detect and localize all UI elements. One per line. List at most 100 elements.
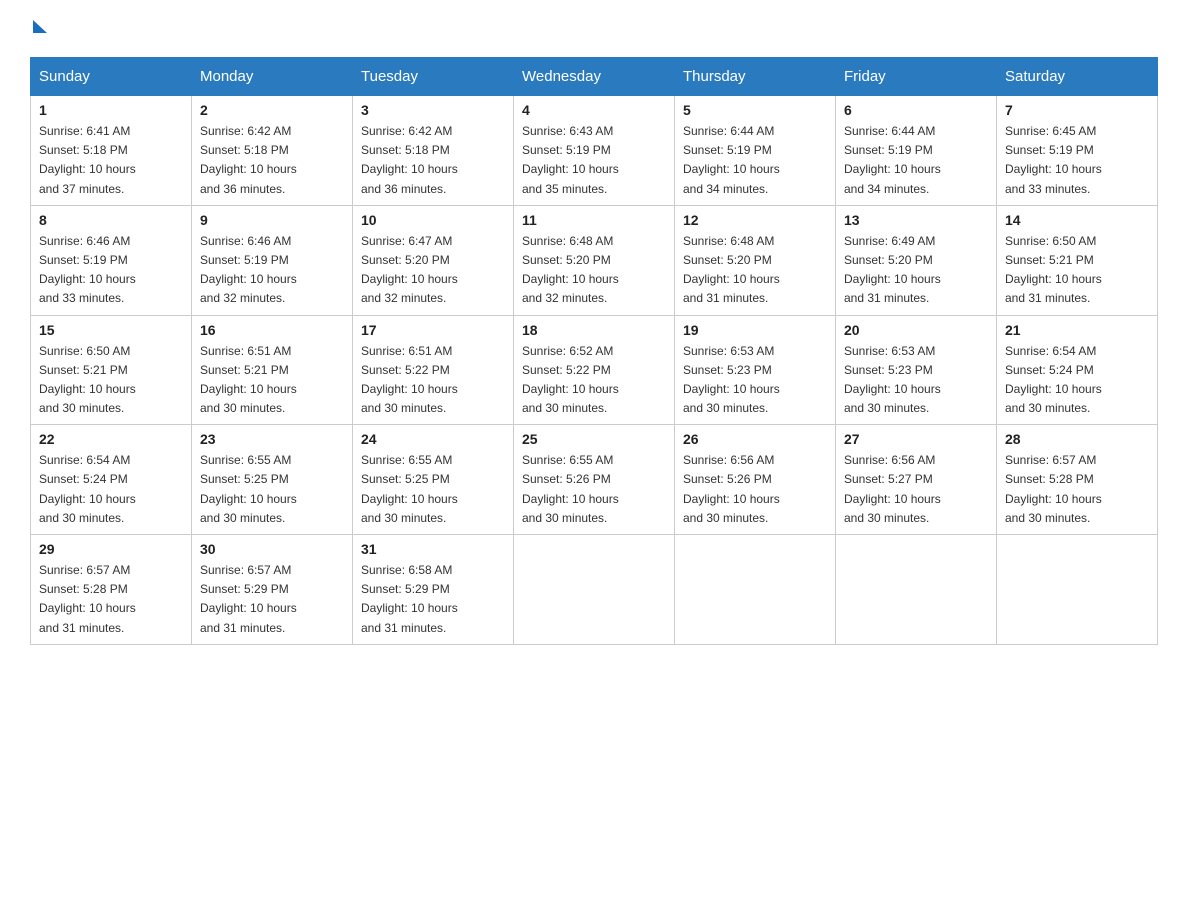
calendar-header-monday: Monday: [192, 58, 353, 96]
day-number: 8: [39, 212, 183, 228]
day-info: Sunrise: 6:55 AMSunset: 5:25 PMDaylight:…: [361, 453, 458, 525]
logo-triangle-icon: [33, 20, 47, 33]
calendar-cell: 3 Sunrise: 6:42 AMSunset: 5:18 PMDaylight…: [353, 96, 514, 206]
day-number: 22: [39, 431, 183, 447]
day-number: 24: [361, 431, 505, 447]
day-number: 28: [1005, 431, 1149, 447]
calendar-cell: 2 Sunrise: 6:42 AMSunset: 5:18 PMDaylight…: [192, 96, 353, 206]
day-info: Sunrise: 6:54 AMSunset: 5:24 PMDaylight:…: [1005, 344, 1102, 416]
calendar-cell: [836, 535, 997, 645]
calendar-cell: 9Sunrise: 6:46 AMSunset: 5:19 PMDaylight…: [192, 205, 353, 315]
calendar-week-row: 22 Sunrise: 6:54 AMSunset: 5:24 PMDayligh…: [31, 425, 1158, 535]
day-number: 27: [844, 431, 988, 447]
day-info: Sunrise: 6:52 AMSunset: 5:22 PMDaylight:…: [522, 344, 619, 416]
calendar-cell: 6 Sunrise: 6:44 AMSunset: 5:19 PMDaylight…: [836, 96, 997, 206]
calendar-cell: 20 Sunrise: 6:53 AMSunset: 5:23 PMDayligh…: [836, 315, 997, 425]
day-number: 7: [1005, 102, 1149, 118]
calendar-week-row: 1 Sunrise: 6:41 AMSunset: 5:18 PMDaylight…: [31, 96, 1158, 206]
calendar-cell: [675, 535, 836, 645]
day-info: Sunrise: 6:46 AMSunset: 5:19 PMDaylight:…: [200, 234, 297, 306]
day-info: Sunrise: 6:53 AMSunset: 5:23 PMDaylight:…: [844, 344, 941, 416]
calendar-cell: 24 Sunrise: 6:55 AMSunset: 5:25 PMDayligh…: [353, 425, 514, 535]
day-info: Sunrise: 6:57 AMSunset: 5:28 PMDaylight:…: [39, 563, 136, 635]
day-info: Sunrise: 6:50 AMSunset: 5:21 PMDaylight:…: [39, 344, 136, 416]
calendar-cell: 27 Sunrise: 6:56 AMSunset: 5:27 PMDayligh…: [836, 425, 997, 535]
calendar-cell: [997, 535, 1158, 645]
day-number: 26: [683, 431, 827, 447]
day-number: 23: [200, 431, 344, 447]
calendar-cell: 21 Sunrise: 6:54 AMSunset: 5:24 PMDayligh…: [997, 315, 1158, 425]
day-info: Sunrise: 6:44 AMSunset: 5:19 PMDaylight:…: [844, 124, 941, 196]
calendar-cell: 23 Sunrise: 6:55 AMSunset: 5:25 PMDayligh…: [192, 425, 353, 535]
day-number: 14: [1005, 212, 1149, 228]
day-info: Sunrise: 6:41 AMSunset: 5:18 PMDaylight:…: [39, 124, 136, 196]
day-info: Sunrise: 6:48 AMSunset: 5:20 PMDaylight:…: [683, 234, 780, 306]
calendar-cell: 11 Sunrise: 6:48 AMSunset: 5:20 PMDayligh…: [514, 205, 675, 315]
day-info: Sunrise: 6:51 AMSunset: 5:21 PMDaylight:…: [200, 344, 297, 416]
day-info: Sunrise: 6:45 AMSunset: 5:19 PMDaylight:…: [1005, 124, 1102, 196]
calendar-header-tuesday: Tuesday: [353, 58, 514, 96]
day-info: Sunrise: 6:58 AMSunset: 5:29 PMDaylight:…: [361, 563, 458, 635]
calendar-cell: 1 Sunrise: 6:41 AMSunset: 5:18 PMDaylight…: [31, 96, 192, 206]
calendar-week-row: 8 Sunrise: 6:46 AMSunset: 5:19 PMDaylight…: [31, 205, 1158, 315]
calendar-table: SundayMondayTuesdayWednesdayThursdayFrid…: [30, 57, 1158, 645]
day-number: 19: [683, 322, 827, 338]
day-info: Sunrise: 6:56 AMSunset: 5:27 PMDaylight:…: [844, 453, 941, 525]
day-info: Sunrise: 6:55 AMSunset: 5:25 PMDaylight:…: [200, 453, 297, 525]
day-info: Sunrise: 6:51 AMSunset: 5:22 PMDaylight:…: [361, 344, 458, 416]
day-info: Sunrise: 6:55 AMSunset: 5:26 PMDaylight:…: [522, 453, 619, 525]
day-info: Sunrise: 6:48 AMSunset: 5:20 PMDaylight:…: [522, 234, 619, 306]
day-number: 3: [361, 102, 505, 118]
day-number: 29: [39, 541, 183, 557]
calendar-cell: 10 Sunrise: 6:47 AMSunset: 5:20 PMDayligh…: [353, 205, 514, 315]
day-number: 6: [844, 102, 988, 118]
calendar-cell: 31 Sunrise: 6:58 AMSunset: 5:29 PMDayligh…: [353, 535, 514, 645]
calendar-cell: 7 Sunrise: 6:45 AMSunset: 5:19 PMDaylight…: [997, 96, 1158, 206]
calendar-cell: 30Sunrise: 6:57 AMSunset: 5:29 PMDayligh…: [192, 535, 353, 645]
day-info: Sunrise: 6:54 AMSunset: 5:24 PMDaylight:…: [39, 453, 136, 525]
day-number: 16: [200, 322, 344, 338]
day-info: Sunrise: 6:57 AMSunset: 5:28 PMDaylight:…: [1005, 453, 1102, 525]
day-info: Sunrise: 6:42 AMSunset: 5:18 PMDaylight:…: [200, 124, 297, 196]
calendar-cell: 12 Sunrise: 6:48 AMSunset: 5:20 PMDayligh…: [675, 205, 836, 315]
calendar-cell: 25 Sunrise: 6:55 AMSunset: 5:26 PMDayligh…: [514, 425, 675, 535]
calendar-cell: 28 Sunrise: 6:57 AMSunset: 5:28 PMDayligh…: [997, 425, 1158, 535]
calendar-week-row: 29 Sunrise: 6:57 AMSunset: 5:28 PMDayligh…: [31, 535, 1158, 645]
calendar-cell: 16 Sunrise: 6:51 AMSunset: 5:21 PMDayligh…: [192, 315, 353, 425]
day-info: Sunrise: 6:50 AMSunset: 5:21 PMDaylight:…: [1005, 234, 1102, 306]
calendar-cell: 5Sunrise: 6:44 AMSunset: 5:19 PMDaylight…: [675, 96, 836, 206]
calendar-header-thursday: Thursday: [675, 58, 836, 96]
day-info: Sunrise: 6:53 AMSunset: 5:23 PMDaylight:…: [683, 344, 780, 416]
day-info: Sunrise: 6:44 AMSunset: 5:19 PMDaylight:…: [683, 124, 780, 196]
day-info: Sunrise: 6:47 AMSunset: 5:20 PMDaylight:…: [361, 234, 458, 306]
calendar-header-saturday: Saturday: [997, 58, 1158, 96]
day-number: 21: [1005, 322, 1149, 338]
day-info: Sunrise: 6:57 AMSunset: 5:29 PMDaylight:…: [200, 563, 297, 635]
day-number: 10: [361, 212, 505, 228]
day-number: 2: [200, 102, 344, 118]
day-number: 15: [39, 322, 183, 338]
page-header: [30, 20, 1158, 37]
calendar-header-wednesday: Wednesday: [514, 58, 675, 96]
calendar-header-sunday: Sunday: [31, 58, 192, 96]
calendar-cell: 13Sunrise: 6:49 AMSunset: 5:20 PMDayligh…: [836, 205, 997, 315]
day-number: 31: [361, 541, 505, 557]
calendar-header-friday: Friday: [836, 58, 997, 96]
logo: [30, 20, 47, 37]
day-number: 12: [683, 212, 827, 228]
calendar-cell: 19 Sunrise: 6:53 AMSunset: 5:23 PMDayligh…: [675, 315, 836, 425]
day-number: 11: [522, 212, 666, 228]
day-number: 18: [522, 322, 666, 338]
day-number: 4: [522, 102, 666, 118]
calendar-cell: 26 Sunrise: 6:56 AMSunset: 5:26 PMDayligh…: [675, 425, 836, 535]
day-info: Sunrise: 6:42 AMSunset: 5:18 PMDaylight:…: [361, 124, 458, 196]
day-number: 13: [844, 212, 988, 228]
day-number: 25: [522, 431, 666, 447]
day-number: 20: [844, 322, 988, 338]
calendar-cell: 8Sunrise: 6:46 AMSunset: 5:19 PMDaylight…: [31, 205, 192, 315]
day-info: Sunrise: 6:43 AMSunset: 5:19 PMDaylight:…: [522, 124, 619, 196]
day-info: Sunrise: 6:56 AMSunset: 5:26 PMDaylight:…: [683, 453, 780, 525]
day-number: 17: [361, 322, 505, 338]
calendar-cell: 14 Sunrise: 6:50 AMSunset: 5:21 PMDayligh…: [997, 205, 1158, 315]
day-number: 1: [39, 102, 183, 118]
